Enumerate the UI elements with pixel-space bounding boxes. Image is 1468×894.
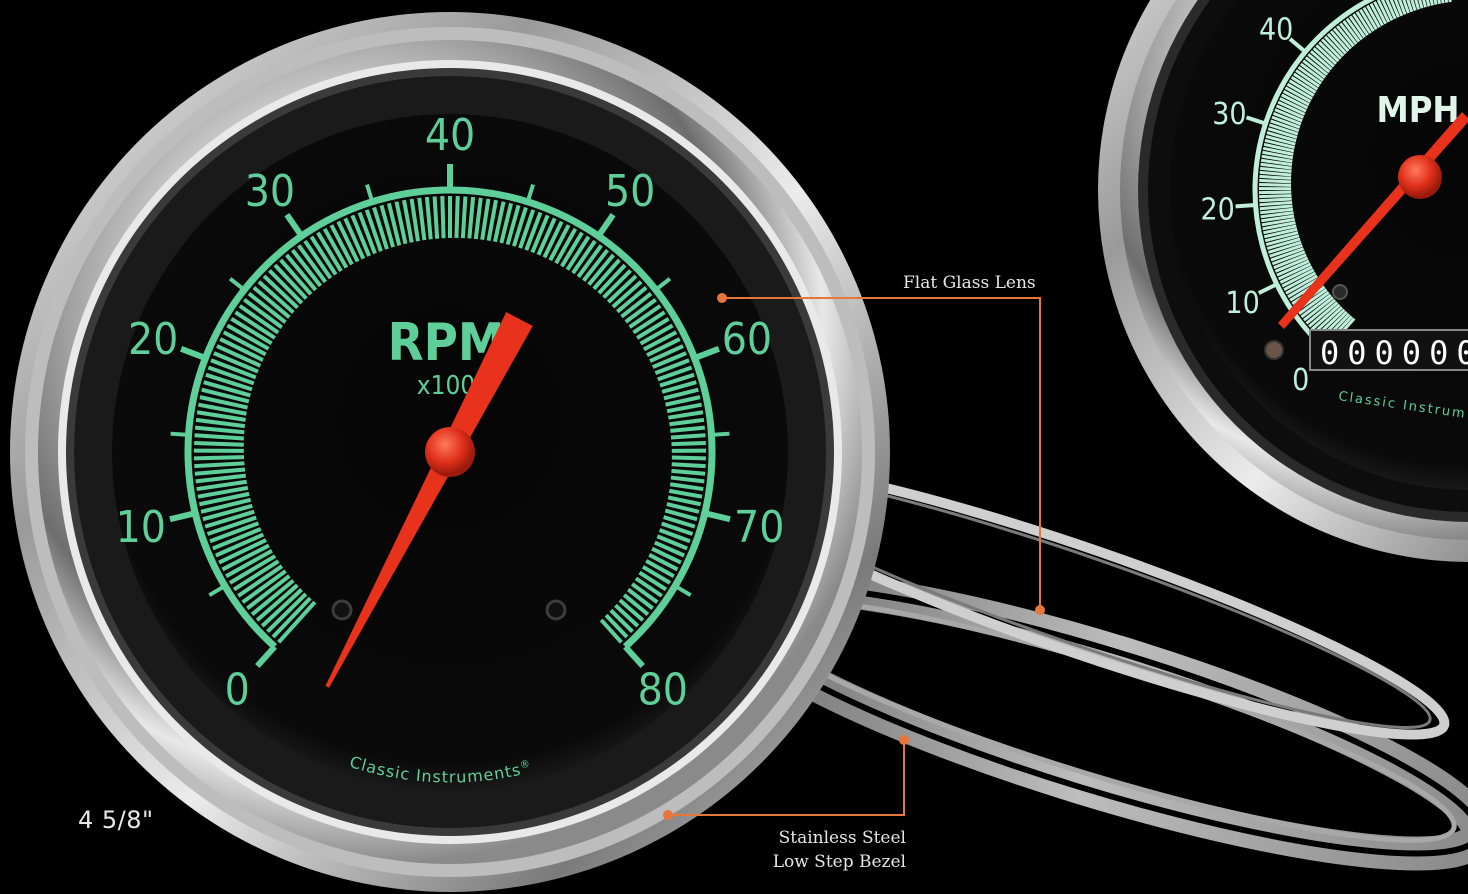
speedometer-gauge: 01020304050 MPH 000000 Classic Instrum xyxy=(1098,0,1468,562)
tachometer-graduation xyxy=(671,462,706,469)
tachometer-scale-label: 30 xyxy=(245,166,295,217)
tachometer-scale-label: 20 xyxy=(128,314,178,365)
speedometer-graduation xyxy=(1259,197,1292,203)
tachometer-minor-tick xyxy=(711,431,730,437)
tachometer-graduation xyxy=(670,433,706,440)
speedometer-unit-label: MPH xyxy=(1376,90,1459,131)
tachometer-scale-label: 40 xyxy=(425,110,475,161)
tachometer-graduation xyxy=(440,196,446,239)
tachometer-graduation xyxy=(432,196,440,239)
tachometer-screw-left xyxy=(331,599,353,621)
speedometer-graduation xyxy=(1259,194,1292,199)
tachometer-gauge: 01020304050607080 RPM x100 Classic Instr… xyxy=(10,12,890,892)
tachometer-graduation xyxy=(671,455,706,461)
speedometer-scale-label: 20 xyxy=(1200,193,1234,228)
tachometer-graduation xyxy=(194,455,245,461)
tachometer-graduation xyxy=(194,461,245,469)
tachometer-scale-label: 80 xyxy=(638,664,688,715)
tachometer-graduation xyxy=(671,440,706,447)
bezel-callout-label-line2: Low Step Bezel xyxy=(773,852,906,872)
tachometer-graduation xyxy=(454,196,460,239)
product-image: 01020304050 MPH 000000 Classic Instrum 0… xyxy=(10,0,1468,892)
bezel-callout-label-line1: Stainless Steel xyxy=(779,828,906,848)
tachometer-graduation xyxy=(194,440,244,447)
speedometer-scale-label: 40 xyxy=(1259,12,1293,47)
speedometer-major-tick xyxy=(1235,203,1256,209)
speedometer-screw xyxy=(1332,284,1348,300)
tachometer-needle-hub xyxy=(425,427,475,477)
speedometer-needle-hub xyxy=(1398,155,1442,199)
tachometer-scale-label: 0 xyxy=(225,664,250,715)
gauge-size-label: 4 5/8" xyxy=(78,806,154,834)
tachometer-scale-label: 70 xyxy=(734,502,784,553)
speedometer-graduation xyxy=(1259,182,1292,187)
odometer-digits: 000000 xyxy=(1320,334,1468,372)
tachometer-minor-tick xyxy=(170,431,189,437)
speedometer-graduation xyxy=(1259,174,1292,180)
lens-callout-label: Flat Glass Lens xyxy=(903,273,1036,293)
speedometer-graduation xyxy=(1259,178,1292,184)
tachometer-scale-label: 10 xyxy=(116,502,166,553)
tachometer-scale-label: 60 xyxy=(722,314,772,365)
tachometer-screw-right xyxy=(545,599,567,621)
speedometer-scale-label: 0 xyxy=(1292,363,1309,398)
speedometer-scale-label: 30 xyxy=(1212,97,1246,132)
speedometer-scale-label: 10 xyxy=(1225,286,1259,321)
tachometer-graduation xyxy=(460,196,468,239)
speedometer-trip-knob xyxy=(1264,340,1284,360)
tachometer-scale-label: 50 xyxy=(605,166,655,217)
